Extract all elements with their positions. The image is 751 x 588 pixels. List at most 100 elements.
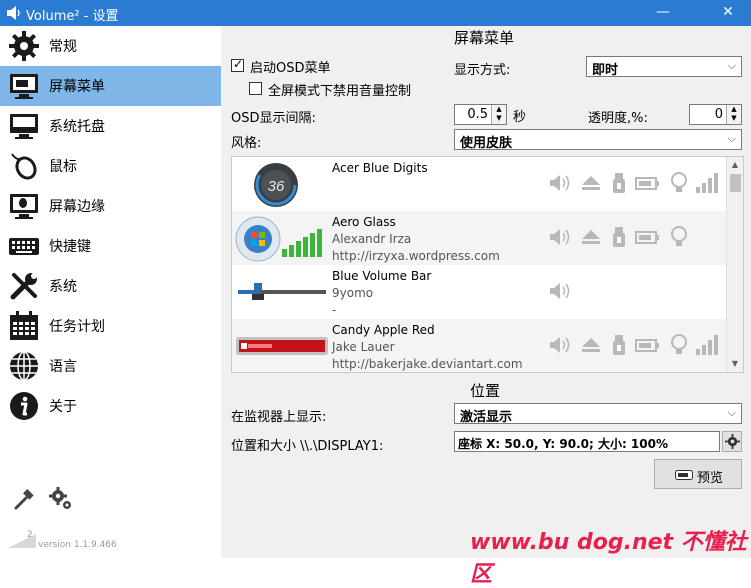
fullscreen-disable-checkbox[interactable]	[249, 82, 262, 95]
skin-author: Jake Lauer	[332, 340, 395, 354]
minimize-button[interactable]: —	[640, 0, 686, 26]
display-mode-label: 显示方式:	[454, 63, 511, 78]
sidebar-item-label: 屏幕边缘	[49, 199, 105, 215]
preview-button[interactable]: 预览	[654, 459, 742, 489]
chevron-down-icon: ⌵	[727, 406, 736, 419]
gear-icon	[9, 31, 39, 61]
sidebar-item-system[interactable]: 系统	[0, 266, 221, 306]
spinner-buttons[interactable]: ▲ ▼	[491, 105, 506, 124]
display-mode-select[interactable]: 即时 ⌵	[586, 56, 742, 78]
skin-item-candy-apple-red[interactable]: Candy Apple Red Jake Lauer http://bakerj…	[232, 319, 727, 372]
sidebar-item-screen-edge[interactable]: 屏幕边缘	[0, 186, 221, 226]
sidebar-item-general[interactable]: 常规	[0, 26, 221, 66]
skin-item-aero-glass[interactable]: Aero Glass Alexandr Irza http://irzyxa.w…	[232, 211, 727, 265]
close-button[interactable]: ✕	[705, 0, 751, 26]
interval-unit-label: 秒	[513, 110, 527, 125]
skin-thumbnail	[238, 283, 326, 300]
skin-list[interactable]: 36 Acer Blue Digits Aero Glass Alexandr …	[231, 156, 744, 373]
display-mode-value: 即时	[592, 63, 619, 78]
bulb-capability-icon	[671, 334, 687, 354]
sidebar-item-label: 任务计划	[49, 319, 105, 335]
enable-osd-label: 启动OSD菜单	[250, 61, 331, 76]
spinner-buttons[interactable]: ▲ ▼	[726, 105, 741, 124]
sidebar-item-label: 屏幕菜单	[49, 79, 105, 95]
skin-url: http://bakerjake.deviantart.com	[332, 357, 523, 371]
sidebar-item-label: 系统托盘	[49, 119, 105, 135]
tray-icon	[10, 114, 38, 139]
skin-name: Acer Blue Digits	[332, 161, 428, 175]
sidebar-item-label: 语言	[49, 359, 77, 375]
monitor-label: 在监视器上显示:	[231, 410, 327, 425]
info-icon	[10, 392, 38, 420]
volume-wedge-icon	[8, 534, 36, 548]
spin-up-icon[interactable]: ▲	[729, 105, 739, 114]
battery-capability-icon	[635, 339, 659, 352]
app-icon	[7, 6, 20, 20]
osd-interval-spinner[interactable]: 0.5 ▲ ▼	[454, 104, 507, 125]
opacity-spinner[interactable]: 0 ▲ ▼	[689, 104, 742, 125]
calendar-icon	[10, 311, 38, 340]
skin-thumbnail	[235, 216, 322, 262]
mouse-icon	[11, 153, 37, 180]
monitor-icon	[10, 74, 38, 99]
scroll-up-icon[interactable]: ▲	[727, 157, 743, 173]
skin-url: http://irzyxa.wordpress.com	[332, 249, 500, 263]
globe-icon	[10, 351, 38, 381]
volume-capability-icon	[550, 175, 570, 191]
skin-thumbnail: 36	[254, 163, 298, 207]
skin-item-blue-volume-bar[interactable]: Blue Volume Bar 9yomo -	[232, 265, 727, 319]
sidebar-item-label: 关于	[49, 399, 77, 415]
check-icon: ✓	[233, 57, 244, 71]
skin-item-acer-blue-digits[interactable]: 36 Acer Blue Digits	[232, 157, 727, 211]
sidebar-item-label: 鼠标	[49, 159, 77, 175]
bulb-capability-icon	[671, 172, 687, 192]
osd-interval-value: 0.5	[467, 107, 488, 122]
volume-capability-icon	[550, 229, 570, 245]
style-select[interactable]: 使用皮肤 ⌵	[454, 129, 742, 151]
monitor-value: 激活显示	[460, 410, 513, 425]
eject-capability-icon	[582, 338, 600, 352]
skin-list-scrollbar[interactable]: ▲ ▼	[726, 157, 743, 372]
skin-name: Blue Volume Bar	[332, 269, 432, 283]
spin-up-icon[interactable]: ▲	[494, 105, 504, 114]
spin-down-icon[interactable]: ▼	[729, 114, 739, 123]
sidebar-item-label: 快捷键	[49, 239, 91, 255]
skin-thumb-digits: 36	[268, 178, 285, 195]
sidebar-item-osd[interactable]: 屏幕菜单	[0, 66, 221, 106]
sidebar-item-scheduler[interactable]: 任务计划	[0, 306, 221, 346]
title-bar: Volume² - 设置 — ✕	[0, 0, 751, 26]
position-settings-button[interactable]	[722, 431, 742, 452]
sidebar-item-about[interactable]: 关于	[0, 386, 221, 426]
usb-capability-icon	[613, 227, 625, 247]
sidebar-item-tray[interactable]: 系统托盘	[0, 106, 221, 146]
sidebar-item-language[interactable]: 语言	[0, 346, 221, 386]
volume-capability-icon	[550, 283, 570, 299]
gears-icon[interactable]	[48, 486, 74, 512]
sidebar-item-label: 常规	[49, 39, 77, 55]
position-size-value: 座标 X: 50.0, Y: 90.0; 大小: 100%	[458, 437, 669, 451]
sidebar-item-mouse[interactable]: 鼠标	[0, 146, 221, 186]
osd-settings-panel: 屏幕菜单 ✓ 启动OSD菜单 全屏模式下禁用音量控制 显示方式: 即时 ⌵ OS…	[221, 26, 751, 558]
scrollbar-thumb[interactable]	[730, 174, 741, 192]
spin-down-icon[interactable]: ▼	[494, 114, 504, 123]
hammer-icon[interactable]	[12, 488, 36, 512]
battery-capability-icon	[635, 177, 659, 190]
sidebar: 常规 屏幕菜单 系统托盘 鼠标 屏幕边缘 快捷键 系统 任务计划 语言 关于 2…	[0, 26, 221, 558]
fullscreen-disable-label: 全屏模式下禁用音量控制	[268, 84, 412, 99]
osd-preview-icon	[675, 470, 693, 480]
monitor-select[interactable]: 激活显示 ⌵	[454, 403, 742, 425]
position-section-title: 位置	[470, 382, 501, 400]
skin-thumbnail	[236, 337, 328, 355]
position-size-label: 位置和大小 \\.\DISPLAY1:	[231, 439, 384, 454]
sidebar-item-hotkeys[interactable]: 快捷键	[0, 226, 221, 266]
window-title: Volume² - 设置	[26, 9, 119, 24]
screen-edge-icon	[10, 194, 38, 219]
version-label: version 1.1.9.466	[38, 540, 117, 550]
position-size-field[interactable]: 座标 X: 50.0, Y: 90.0; 大小: 100%	[454, 431, 720, 452]
keyboard-icon	[9, 238, 39, 255]
site-watermark: www.bu dog.net 不懂社区	[470, 530, 747, 587]
settings-window: Volume² - 设置 — ✕ 常规 屏幕菜单 系统托盘 鼠标 屏幕边缘 快捷…	[0, 0, 751, 587]
scroll-down-icon[interactable]: ▼	[727, 356, 743, 372]
enable-osd-checkbox[interactable]: ✓	[231, 57, 244, 72]
style-value: 使用皮肤	[460, 136, 513, 151]
